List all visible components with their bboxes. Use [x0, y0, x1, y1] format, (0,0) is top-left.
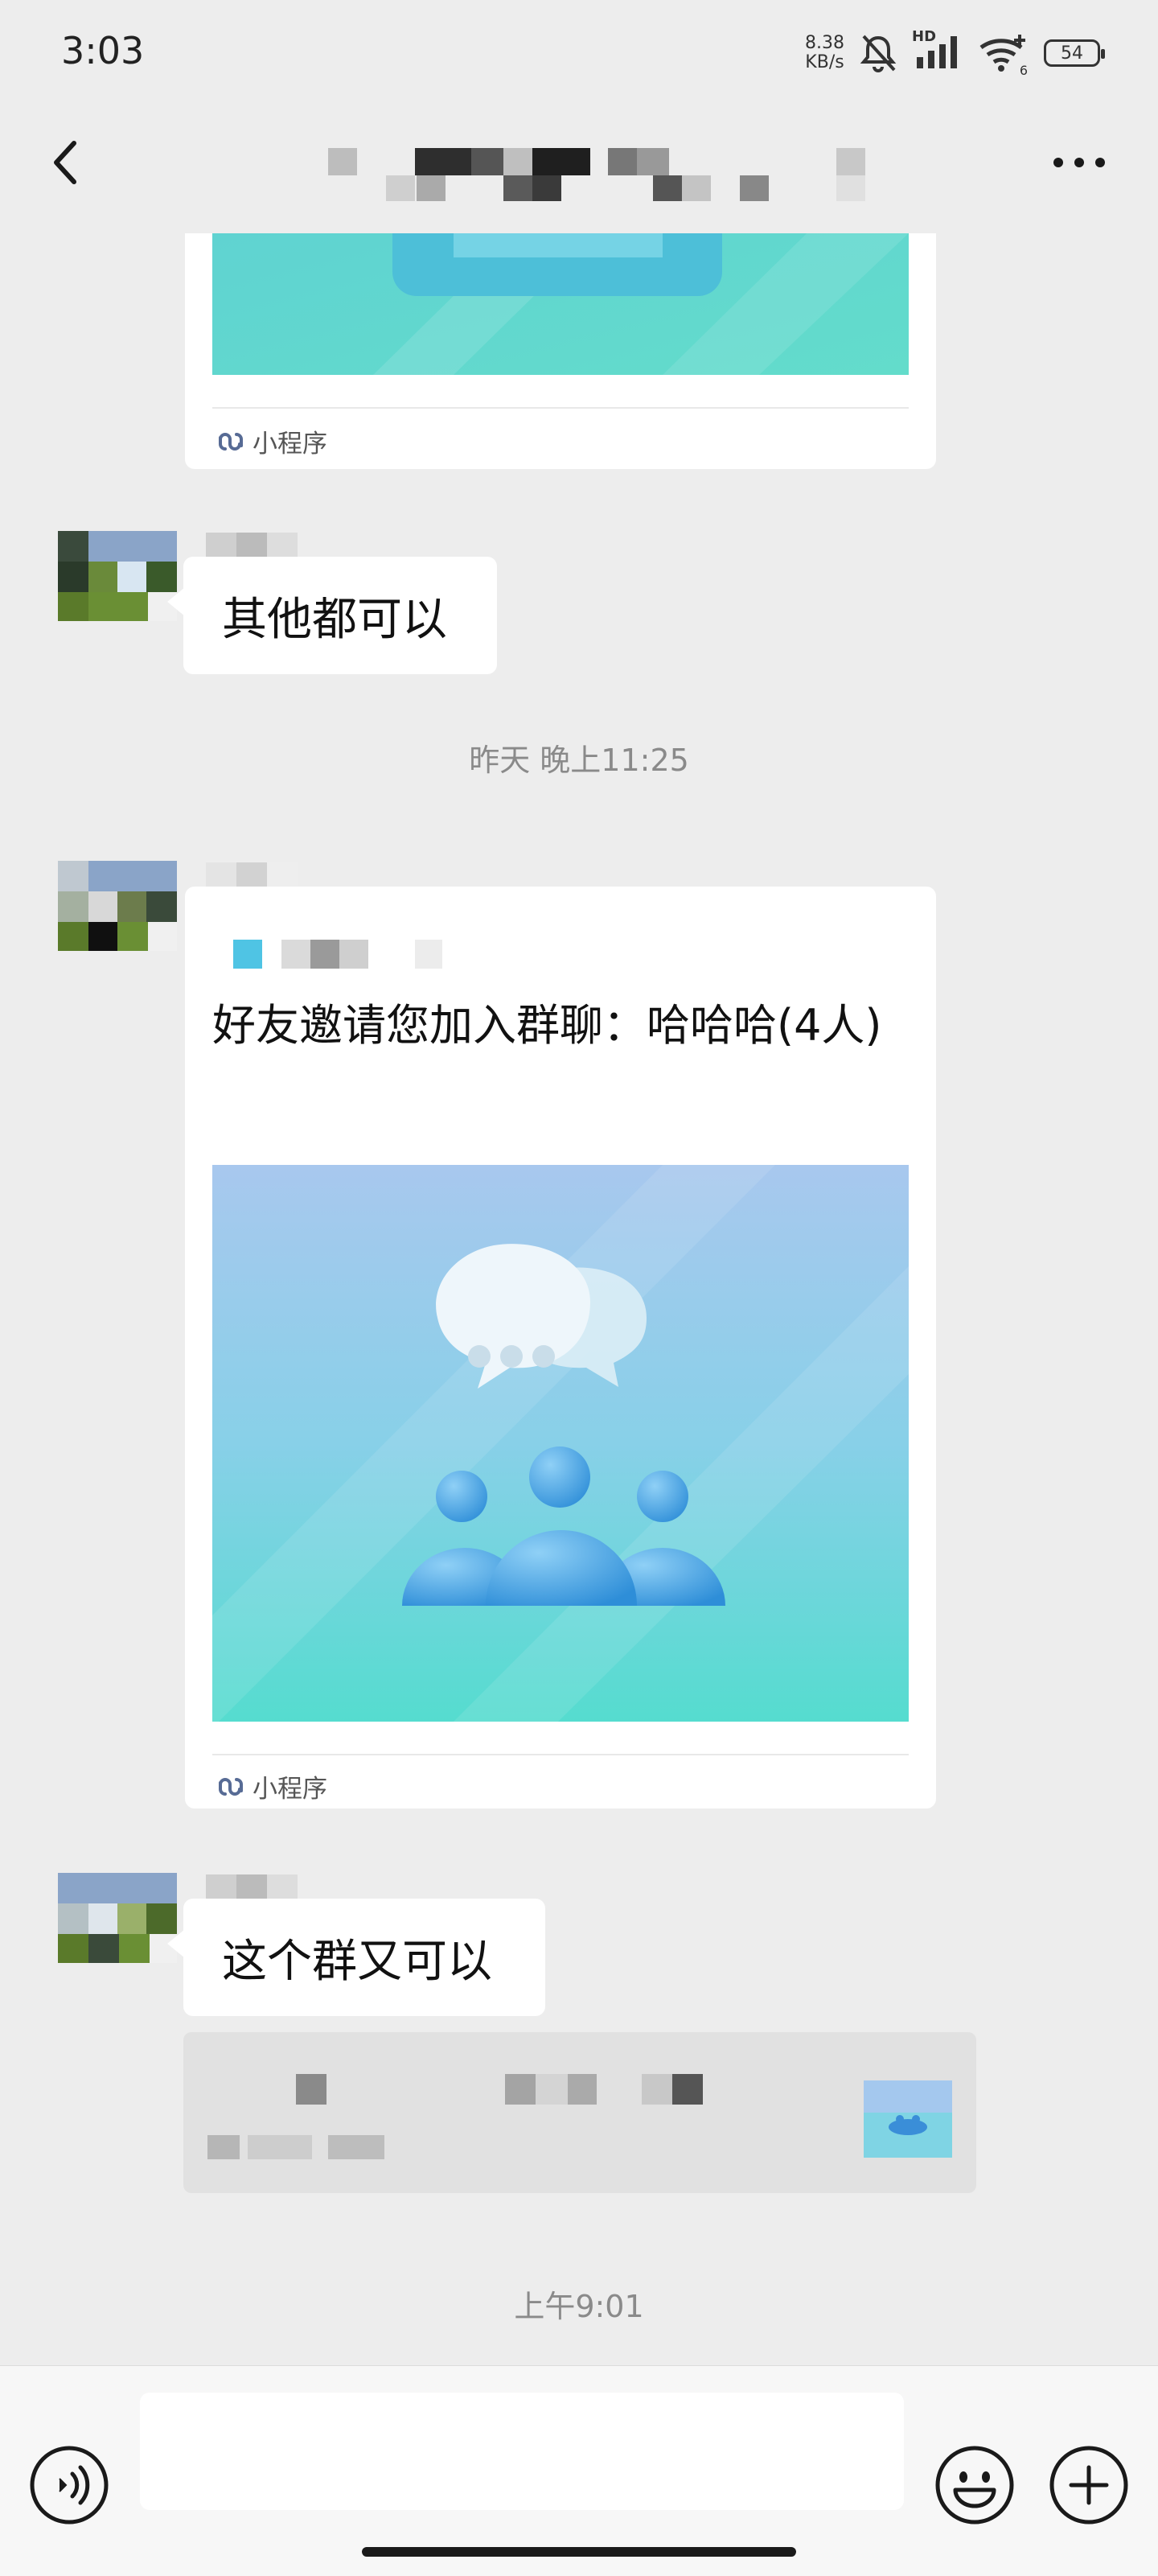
invite-title: 好友邀请您加入群聊：哈哈哈(4人): [212, 1000, 882, 1051]
avatar[interactable]: [58, 861, 177, 951]
card-divider: [212, 407, 909, 409]
mini-program-card-1[interactable]: 小程序: [185, 233, 936, 469]
timestamp: 上午9:01: [514, 2289, 644, 2324]
mini-program-card-1-image: [212, 233, 909, 375]
chat-bubble[interactable]: 其他都可以: [183, 557, 497, 674]
card-divider: [212, 1754, 909, 1755]
wifi-subscript: 6: [1019, 63, 1028, 78]
battery-level: 54: [1061, 43, 1083, 64]
source-name-redacted: [233, 940, 442, 969]
status-bar: 3:03 8.38 KB/s HD 6 54: [0, 0, 1158, 97]
message-text: 其他都可以: [222, 593, 447, 646]
timestamp: 昨天 晚上11:25: [469, 743, 689, 778]
sender-name-redacted: [206, 862, 298, 887]
chevron-left-icon[interactable]: [42, 138, 90, 187]
chat-header: [0, 97, 1158, 233]
emoji-icon[interactable]: [933, 2443, 1016, 2527]
mini-program-text: 小程序: [253, 430, 327, 459]
status-icons: 8.38 KB/s HD 6 54: [805, 28, 1105, 78]
network-speed: 8.38 KB/s: [805, 34, 844, 72]
home-indicator[interactable]: [362, 2547, 796, 2557]
message-text: 这个群又可以: [222, 1935, 492, 1988]
mini-program-label-1: 小程序: [217, 423, 327, 459]
bubble-tail: [167, 1929, 185, 1958]
input-bar: [0, 2365, 1158, 2576]
avatar[interactable]: [58, 1873, 177, 1963]
mute-bell-icon: [860, 35, 897, 72]
mini-program-link-icon: [219, 1777, 243, 1796]
plus-icon[interactable]: [1047, 2443, 1131, 2527]
mini-program-text: 小程序: [253, 1775, 327, 1804]
hd-signal-icon: HD: [912, 28, 963, 73]
bubble-tail: [167, 587, 185, 616]
avatar[interactable]: [58, 531, 177, 621]
battery-indicator: 54: [1044, 39, 1105, 67]
sender-name-redacted: [206, 533, 298, 557]
voice-icon[interactable]: [27, 2443, 111, 2527]
group-chat-illustration: [212, 1165, 909, 1722]
status-time: 3:03: [61, 29, 145, 72]
network-speed-value: 8.38: [805, 33, 844, 53]
chat-title-redacted: [322, 145, 868, 201]
network-speed-unit: KB/s: [805, 52, 844, 72]
message-list[interactable]: 小程序 其他都可以 昨天 晚上11:25 好友邀请您加入群聊：哈哈哈(4人) 小…: [0, 233, 1158, 2365]
sender-name-redacted: [206, 1874, 298, 1899]
quoted-text-redacted: [296, 2074, 703, 2105]
message-input[interactable]: [140, 2393, 904, 2510]
quoted-thumbnail: [864, 2080, 952, 2158]
wifi-icon: 6: [978, 33, 1029, 78]
mini-program-label-2: 小程序: [217, 1768, 327, 1804]
quoted-subtext-redacted: [207, 2135, 384, 2159]
ellipsis-icon[interactable]: [1047, 146, 1111, 179]
chat-bubble[interactable]: 这个群又可以: [183, 1899, 545, 2016]
group-invite-card[interactable]: 好友邀请您加入群聊：哈哈哈(4人) 小程序: [185, 887, 936, 1809]
mini-program-link-icon: [219, 432, 243, 451]
quoted-message[interactable]: [183, 2032, 976, 2193]
